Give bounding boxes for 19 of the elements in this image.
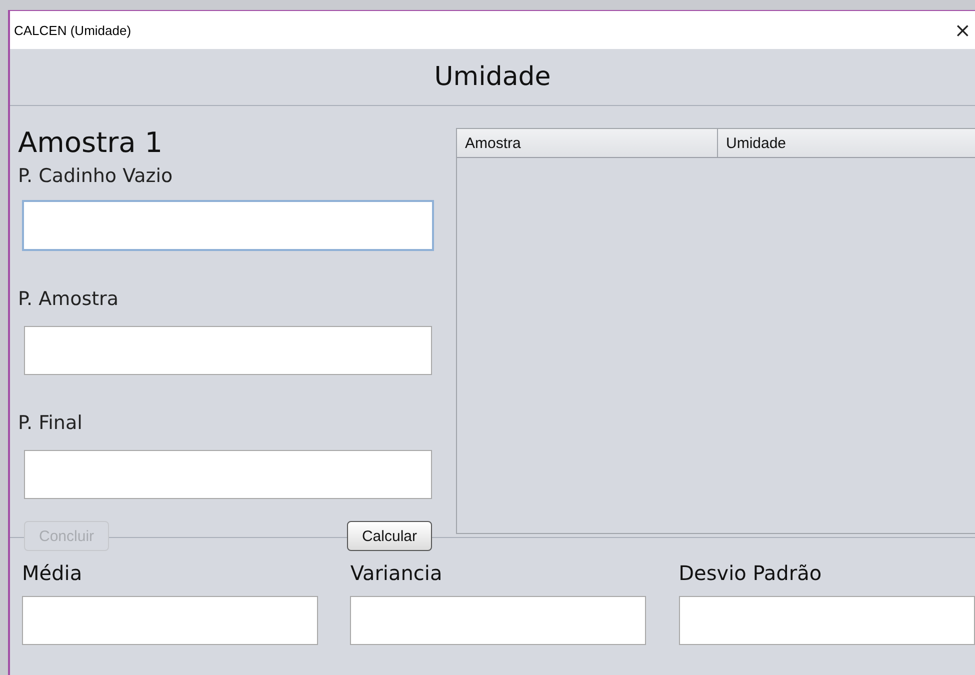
field-label: P. Cadinho Vazio (18, 164, 174, 188)
stat-label: Média (22, 560, 84, 586)
action-button[interactable]: Calcular (346, 521, 432, 551)
input-field[interactable] (22, 200, 434, 251)
field-label: P. Amostra (18, 287, 120, 311)
close-button[interactable]: × (954, 18, 971, 42)
input-field[interactable] (350, 596, 646, 645)
sample-title: Amostra 1 (18, 126, 164, 160)
input-field[interactable] (22, 596, 318, 645)
input-field[interactable] (678, 596, 975, 645)
window-title: CALCEN (Umidade) (14, 22, 132, 38)
page-title: Umidade (434, 62, 551, 92)
input-field[interactable] (24, 326, 432, 375)
field-label: P. Final (18, 411, 84, 435)
column-header[interactable]: Umidade (718, 129, 975, 157)
column-header[interactable]: Amostra (457, 129, 718, 157)
input-field[interactable] (24, 450, 432, 499)
stat-label: Desvio Padrão (678, 560, 823, 586)
stat-label: Variancia (350, 560, 444, 586)
